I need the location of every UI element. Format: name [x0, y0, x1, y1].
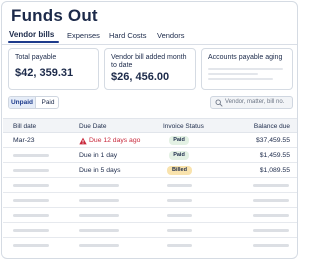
- total-payable-label: Total payable: [15, 54, 57, 61]
- funds-out-panel: Funds Out Vendor bills Expenses Hard Cos…: [1, 1, 298, 259]
- search-icon: [215, 99, 223, 107]
- aging-placeholder-line: [208, 68, 283, 70]
- placeholder-line: [167, 244, 192, 247]
- status-badge: Paid: [169, 136, 189, 145]
- column-due-date[interactable]: Due Date: [79, 123, 106, 130]
- placeholder-line: [79, 244, 119, 247]
- placeholder-line: [79, 229, 119, 232]
- tab-expenses[interactable]: Expenses: [67, 31, 100, 40]
- placeholder-line: [79, 199, 119, 202]
- placeholder-line: [253, 214, 289, 217]
- status-badge: Paid: [169, 151, 189, 160]
- placeholder-row: [3, 208, 297, 223]
- placeholder-line: [167, 184, 192, 187]
- table-row[interactable]: Due in 1 day Paid $1,459.55: [3, 148, 297, 163]
- balance-due-cell: $1,459.55: [259, 152, 290, 159]
- placeholder-line: [13, 229, 49, 232]
- placeholder-line: [13, 199, 49, 202]
- aging-placeholder-line: [208, 78, 273, 80]
- placeholder-line: [79, 184, 119, 187]
- active-tab-indicator: [8, 41, 59, 43]
- table-row[interactable]: Mar-23 Due 12 days ago Paid $37,459.55: [3, 133, 297, 148]
- due-date-cell: Due 12 days ago: [89, 137, 141, 144]
- balance-due-cell: $1,089.55: [259, 167, 290, 174]
- placeholder-line: [167, 199, 192, 202]
- search-input[interactable]: Vendor, matter, bill no.: [210, 96, 293, 109]
- accounts-payable-aging-card: Accounts payable aging: [201, 48, 293, 90]
- placeholder-row: [3, 178, 297, 193]
- placeholder-row: [3, 193, 297, 208]
- placeholder-row: [3, 223, 297, 238]
- placeholder-line: [253, 199, 289, 202]
- tab-hard-costs[interactable]: Hard Costs: [109, 31, 147, 40]
- paid-status-toggle: Unpaid Paid: [8, 96, 59, 109]
- placeholder-line: [253, 229, 289, 232]
- balance-due-cell: $37,459.55: [255, 137, 290, 144]
- aging-placeholder-line: [208, 73, 258, 75]
- tab-bar: Vendor bills Expenses Hard Costs Vendors: [2, 30, 297, 44]
- table-row[interactable]: Due in 5 days Billed $1,089.55: [3, 163, 297, 178]
- page-title: Funds Out: [11, 6, 98, 25]
- tab-vendor-bills[interactable]: Vendor bills: [9, 30, 54, 39]
- placeholder-line: [167, 214, 192, 217]
- tabs-divider: [2, 44, 297, 45]
- bill-date-cell: Mar-23: [13, 137, 35, 144]
- table-header: Bill date Due Date Invoice Status Balanc…: [3, 118, 297, 133]
- vendor-bill-added-card: Vendor bill added month to date $26, 456…: [104, 48, 196, 90]
- total-payable-value: $42, 359.31: [15, 67, 74, 79]
- tab-vendors[interactable]: Vendors: [157, 31, 185, 40]
- bill-date-placeholder: [13, 154, 49, 157]
- placeholder-line: [167, 229, 192, 232]
- placeholder-line: [253, 184, 289, 187]
- column-invoice-status[interactable]: Invoice Status: [163, 123, 204, 130]
- warning-icon: [79, 137, 87, 144]
- vendor-bill-added-value: $26, 456.00: [111, 71, 170, 83]
- column-balance-due[interactable]: Balance due: [254, 123, 290, 130]
- placeholder-line: [13, 214, 49, 217]
- aging-label: Accounts payable aging: [208, 54, 283, 61]
- search-placeholder: Vendor, matter, bill no.: [225, 99, 285, 105]
- placeholder-line: [253, 244, 289, 247]
- toggle-paid[interactable]: Paid: [36, 97, 58, 108]
- total-payable-card: Total payable $42, 359.31: [8, 48, 99, 90]
- status-badge: Billed: [167, 166, 192, 175]
- placeholder-line: [13, 184, 49, 187]
- vendor-bill-added-label: Vendor bill added month to date: [111, 54, 187, 69]
- column-bill-date[interactable]: Bill date: [13, 123, 36, 130]
- due-date-cell: Due in 1 day: [79, 152, 118, 159]
- toggle-unpaid[interactable]: Unpaid: [9, 97, 36, 108]
- placeholder-row: [3, 238, 297, 253]
- due-date-cell: Due in 5 days: [79, 167, 121, 174]
- bill-date-placeholder: [13, 169, 49, 172]
- placeholder-line: [79, 214, 119, 217]
- placeholder-line: [13, 244, 49, 247]
